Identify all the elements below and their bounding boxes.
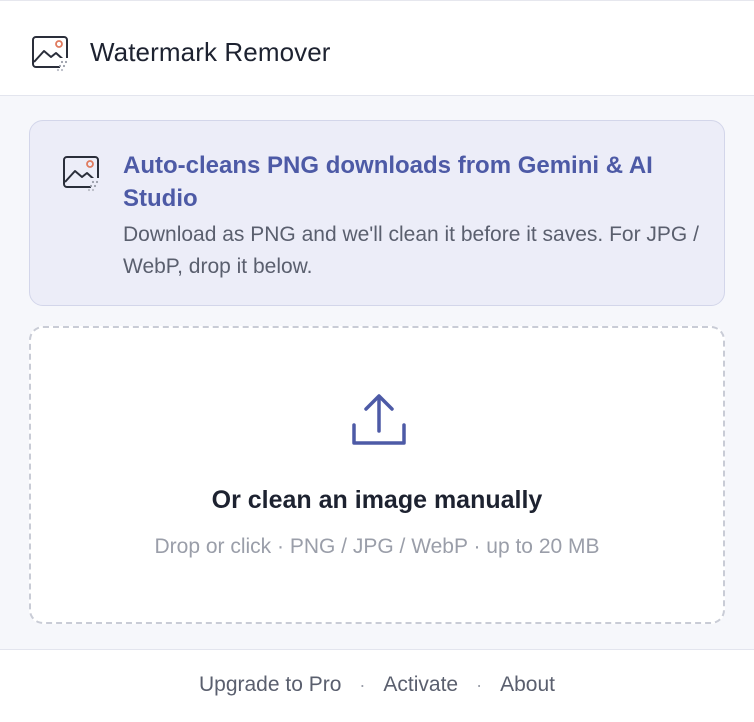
app-header: Watermark Remover [0,0,754,96]
about-link[interactable]: About [500,673,555,697]
image-dropzone[interactable]: Or clean an image manually Drop or click… [29,326,725,624]
upload-icon [352,394,406,445]
auto-clean-info-card: Auto-cleans PNG downloads from Gemini & … [29,120,725,306]
image-sparkle-icon [63,156,101,192]
dropzone-title: Or clean an image manually [211,486,543,514]
footer-nav: Upgrade to Pro · Activate · About [0,649,754,722]
footer-separator: · [476,674,483,695]
info-card-description: Download as PNG and we'll clean it befor… [123,223,699,278]
image-sparkle-icon [32,36,70,72]
app-title: Watermark Remover [90,37,331,67]
upgrade-to-pro-link[interactable]: Upgrade to Pro [199,673,341,697]
info-card-title: Auto-cleans PNG downloads from Gemini & … [123,152,653,212]
main-content: Auto-cleans PNG downloads from Gemini & … [0,96,754,649]
activate-link[interactable]: Activate [383,673,458,697]
footer-separator: · [359,674,366,695]
dropzone-subtitle: Drop or click · PNG / JPG / WebP · up to… [154,535,600,558]
